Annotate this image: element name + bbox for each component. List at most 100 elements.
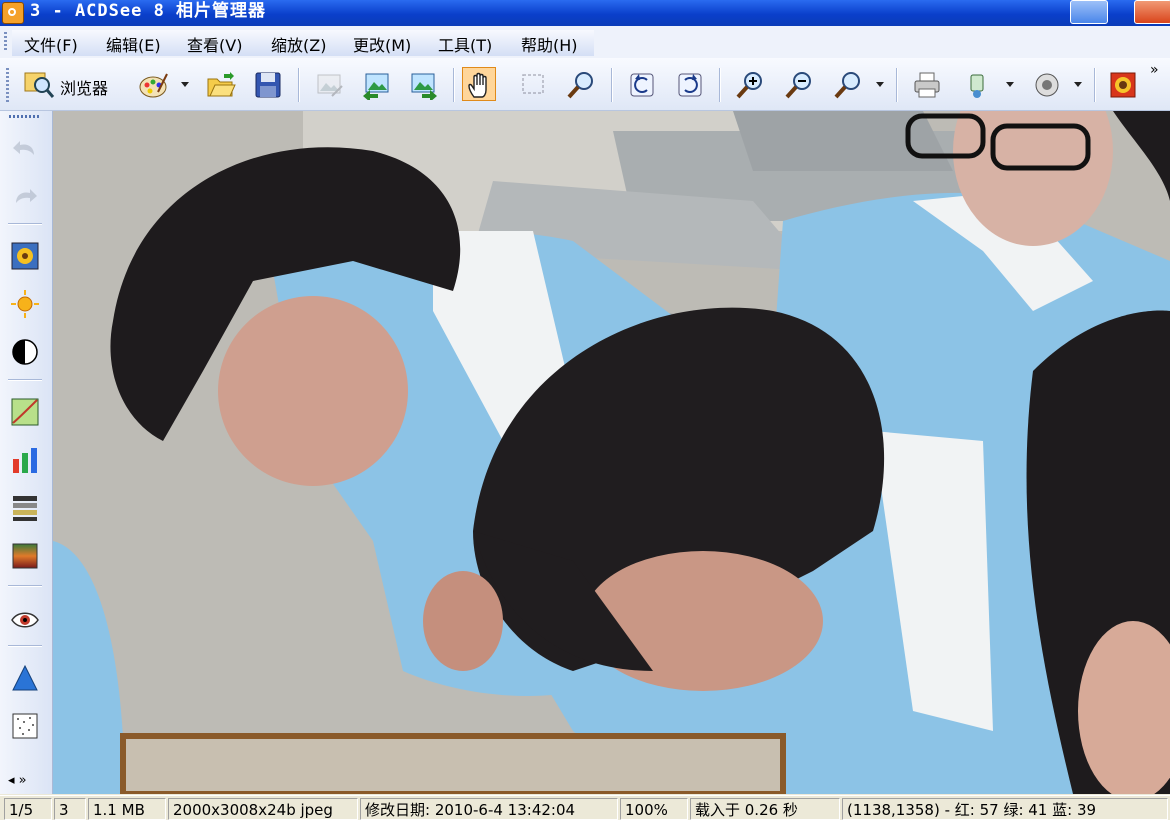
menu-view[interactable]: 查看(V) — [187, 36, 242, 56]
acdsee-app-icon[interactable] — [2, 2, 24, 24]
color-bands-icon — [13, 496, 37, 521]
zoom-tool-button[interactable] — [563, 67, 597, 101]
sidebar-separator — [8, 379, 42, 381]
magnifier-icon — [567, 72, 593, 99]
status-pixel-info: (1138,1358) - 红: 57 绿: 41 蓝: 39 — [842, 798, 1168, 820]
menu-tools[interactable]: 工具(T) — [438, 36, 492, 56]
contrast-icon — [12, 339, 38, 365]
zoom-in-icon — [736, 72, 762, 99]
status-filename: 3 — [54, 798, 86, 820]
share-button[interactable] — [960, 67, 994, 101]
sharpen-triangle-icon — [12, 664, 38, 691]
status-dimensions: 2000x3008x24b jpeg — [168, 798, 358, 820]
status-bar: 1/5 3 1.1 MB 2000x3008x24b jpeg 修改日期: 20… — [0, 795, 1170, 820]
window-title: 3 - ACDSee 8 相片管理器 — [30, 1, 267, 21]
editor-dropdown[interactable] — [181, 78, 189, 88]
contrast-button[interactable] — [8, 335, 42, 369]
image-next-icon — [411, 73, 437, 100]
close-button[interactable] — [1134, 0, 1170, 24]
redo-button[interactable] — [8, 179, 42, 213]
toolbar-overflow-chevron[interactable]: » — [1150, 62, 1159, 78]
toolbar-separator — [298, 68, 300, 102]
exposure-button[interactable] — [8, 287, 42, 321]
sidebar-separator — [8, 645, 42, 647]
menu-help[interactable]: 帮助(H) — [521, 36, 578, 56]
next-image-button[interactable] — [406, 67, 440, 101]
image-properties-button[interactable] — [311, 67, 345, 101]
histogram-button[interactable] — [8, 443, 42, 477]
zoom-out-icon — [785, 72, 811, 99]
audio-dropdown[interactable] — [1074, 78, 1082, 88]
save-button[interactable] — [250, 67, 284, 101]
image-prev-icon — [363, 73, 389, 100]
bar-chart-icon — [13, 448, 37, 473]
sun-icon — [11, 290, 39, 318]
zoom-in-button[interactable] — [732, 67, 766, 101]
audio-button[interactable] — [1029, 67, 1063, 101]
gradient-icon — [12, 543, 38, 569]
red-eye-button[interactable] — [8, 603, 42, 637]
toolbar-separator — [719, 68, 721, 102]
toolbar-grip[interactable] — [6, 68, 9, 102]
menu-zoom[interactable]: 缩放(Z) — [271, 36, 326, 56]
browser-icon — [24, 72, 55, 98]
menu-edit[interactable]: 编辑(E) — [106, 36, 161, 56]
sharpen-button[interactable] — [8, 661, 42, 695]
rotate-left-button[interactable] — [624, 67, 658, 101]
editor-button[interactable] — [135, 67, 169, 101]
toolbar-separator — [611, 68, 613, 102]
image-edit-icon — [317, 74, 343, 97]
zoom-mode-dropdown[interactable] — [876, 78, 884, 88]
red-eye-photo-button[interactable] — [8, 239, 42, 273]
hand-icon — [468, 72, 487, 98]
rotate-left-icon — [630, 73, 654, 97]
menu-strip: 文件(F) 编辑(E) 查看(V) 缩放(Z) 更改(M) 工具(T) 帮助(H… — [12, 30, 594, 56]
open-folder-icon — [207, 72, 236, 97]
undo-icon — [13, 141, 34, 155]
noise-button[interactable] — [8, 709, 42, 743]
image-viewport[interactable] — [53, 111, 1170, 794]
hand-tool-button[interactable] — [462, 67, 496, 101]
sidebar-scroll-arrows[interactable]: ◂ » — [8, 773, 27, 788]
palette-icon — [139, 73, 168, 98]
speaker-icon — [1035, 73, 1059, 97]
previous-image-button[interactable] — [358, 67, 392, 101]
sidebar-grip[interactable] — [9, 115, 41, 118]
rotate-right-button[interactable] — [672, 67, 706, 101]
rotate-right-icon — [678, 73, 702, 97]
toolbar-separator — [896, 68, 898, 102]
photo-image — [53, 111, 1170, 794]
status-zoom[interactable]: 100% — [620, 798, 688, 820]
status-load-time: 载入于 0.26 秒 — [690, 798, 840, 820]
open-button[interactable] — [203, 67, 237, 101]
toolbar-separator — [1094, 68, 1096, 102]
levels-button[interactable] — [8, 395, 42, 429]
print-button[interactable] — [909, 67, 943, 101]
main-toolbar: 浏览器 » — [0, 58, 1170, 111]
menu-modify[interactable]: 更改(M) — [353, 36, 411, 56]
zoom-mode-button[interactable] — [830, 67, 864, 101]
gradient-button[interactable] — [8, 539, 42, 573]
sidebar-separator — [8, 223, 42, 225]
color-balance-button[interactable] — [8, 491, 42, 525]
menu-file[interactable]: 文件(F) — [24, 36, 78, 56]
save-icon — [255, 72, 281, 98]
zoom-out-button[interactable] — [781, 67, 815, 101]
menu-grip[interactable] — [4, 32, 7, 52]
status-index: 1/5 — [4, 798, 52, 820]
edit-sidebar: ◂ » — [0, 111, 53, 794]
sidebar-separator — [8, 585, 42, 587]
share-dropdown[interactable] — [1006, 78, 1014, 88]
status-modified-date: 修改日期: 2010-6-4 13:42:04 — [360, 798, 618, 820]
browser-button[interactable]: 浏览器 — [20, 67, 120, 101]
share-icon — [970, 74, 984, 98]
selection-icon — [522, 74, 544, 94]
select-tool-button[interactable] — [516, 67, 550, 101]
undo-button[interactable] — [8, 131, 42, 165]
printer-icon — [914, 72, 940, 98]
maximize-button[interactable] — [1070, 0, 1108, 24]
zoom-mode-icon — [834, 72, 860, 99]
wallpaper-button[interactable] — [1105, 67, 1139, 101]
noise-icon — [12, 713, 38, 739]
eye-icon — [11, 612, 39, 628]
